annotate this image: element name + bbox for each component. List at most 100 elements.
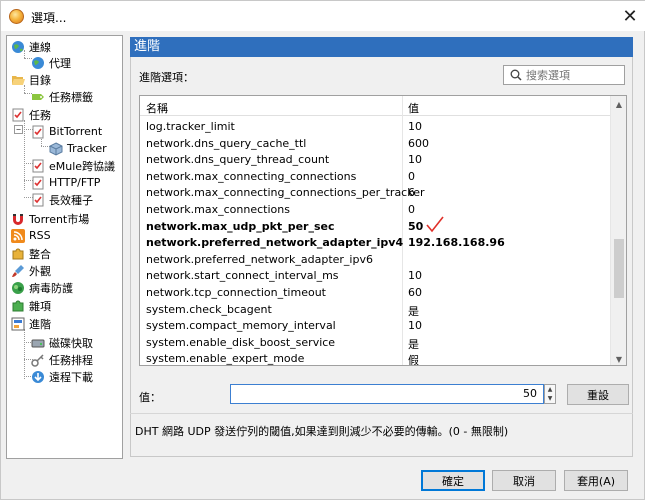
sidebar-item-scheduler[interactable]: 任務排程	[31, 351, 93, 368]
option-name: network.max_connecting_connections	[146, 169, 357, 183]
task-list-icon	[31, 176, 45, 190]
table-row[interactable]: system.enable_expert_mode 假	[140, 350, 611, 366]
sidebar-item-label: 外觀	[29, 264, 51, 278]
table-row[interactable]: network.tcp_connection_timeout 60	[140, 284, 611, 301]
table-row[interactable]: log.tracker_limit 10	[140, 118, 611, 135]
table-row[interactable]: system.enable_disk_boost_service 是	[140, 334, 611, 351]
close-button[interactable]: ✕	[614, 1, 645, 31]
table-row[interactable]: system.check_bcagent 是	[140, 301, 611, 318]
table-row[interactable]: network.dns_query_cache_ttl 600	[140, 135, 611, 152]
puzzle-green-icon	[11, 299, 25, 313]
sidebar-item-antivirus[interactable]: 病毒防護	[11, 279, 73, 296]
column-header-name[interactable]: 名稱	[146, 100, 168, 116]
sidebar-item-task[interactable]: 任務	[11, 106, 51, 123]
stepper-up-icon[interactable]: ▲	[545, 385, 555, 394]
table-row[interactable]: network.max_udp_pkt_per_sec 50	[140, 216, 611, 235]
option-value: 是	[408, 337, 419, 351]
stepper-down-icon[interactable]: ▼	[545, 394, 555, 403]
cube-icon	[49, 141, 63, 156]
sidebar-item-label: eMule跨協議	[49, 159, 116, 173]
sidebar-item-rss[interactable]: RSS	[11, 227, 51, 244]
sidebar-item-label: Torrent市場	[29, 212, 90, 226]
option-value: 50	[408, 219, 424, 233]
task-list-icon	[31, 193, 45, 207]
options-tree[interactable]: − 連線 代理 目錄 任務標籤 任務 BitTorrent Tracker eM…	[6, 35, 123, 459]
option-name: network.preferred_network_adapter_ipv4	[146, 236, 404, 250]
option-name: system.enable_expert_mode	[146, 352, 305, 366]
table-row[interactable]: network.max_connecting_connections_per_t…	[140, 184, 611, 201]
sidebar-item-torrent-market[interactable]: Torrent市場	[11, 210, 89, 227]
red-checkmark-icon	[426, 216, 444, 232]
sidebar-item-bittorrent[interactable]: BitTorrent	[31, 123, 102, 140]
value-input[interactable]: 50	[230, 384, 544, 404]
option-value: 0	[408, 203, 415, 216]
option-name: system.check_bcagent	[146, 302, 272, 316]
table-row[interactable]: network.start_connect_interval_ms 10	[140, 267, 611, 284]
sidebar-item-label: 任務	[29, 108, 51, 122]
section-header: 進階	[130, 37, 633, 57]
key-icon	[31, 353, 45, 367]
sidebar-item-task-tags[interactable]: 任務標籤	[31, 88, 93, 105]
option-value: 假	[408, 354, 419, 366]
sidebar-item-proxy[interactable]: 代理	[31, 54, 71, 71]
sidebar-item-http-ftp[interactable]: HTTP/FTP	[31, 174, 100, 191]
sidebar-item-tracker[interactable]: Tracker	[49, 140, 107, 157]
sidebar-item-remote-download[interactable]: 遠程下載	[31, 368, 93, 385]
option-name: log.tracker_limit	[146, 120, 235, 133]
vertical-scrollbar[interactable]: ▲ ▼	[610, 96, 626, 365]
option-value: 是	[408, 304, 419, 318]
search-box[interactable]	[503, 65, 625, 85]
sidebar-item-label: 遠程下載	[49, 370, 93, 384]
option-name: network.tcp_connection_timeout	[146, 286, 326, 299]
scroll-down-icon[interactable]: ▼	[611, 351, 626, 365]
option-name: network.start_connect_interval_ms	[146, 269, 339, 283]
sidebar-item-label: RSS	[29, 229, 51, 242]
sidebar-item-connection[interactable]: 連線	[11, 38, 51, 55]
collapse-bittorrent-icon[interactable]: −	[14, 125, 23, 134]
disk-icon	[31, 336, 45, 350]
cancel-button[interactable]: 取消	[492, 470, 556, 491]
sidebar-item-label: HTTP/FTP	[49, 176, 101, 189]
task-list-icon	[31, 159, 45, 173]
table-row[interactable]: network.preferred_network_adapter_ipv4 19…	[140, 234, 611, 251]
sidebar-item-directory[interactable]: 目錄	[11, 71, 51, 88]
column-header-value[interactable]: 值	[408, 100, 419, 116]
globe-icon	[11, 40, 25, 54]
tag-icon	[31, 90, 45, 104]
value-stepper[interactable]: ▲ ▼	[544, 384, 556, 404]
option-name: network.max_udp_pkt_per_sec	[146, 219, 335, 233]
sidebar-item-misc[interactable]: 雜項	[11, 297, 51, 314]
scroll-thumb[interactable]	[614, 239, 624, 298]
rss-icon	[11, 228, 25, 243]
sidebar-item-advanced[interactable]: 進階	[11, 315, 51, 332]
option-value: 10	[408, 269, 422, 283]
sidebar-item-label: 任務標籤	[49, 90, 93, 104]
option-name: network.dns_query_cache_ttl	[146, 136, 307, 150]
search-input[interactable]	[526, 68, 616, 82]
sidebar-item-integration[interactable]: 整合	[11, 245, 51, 262]
task-list-icon	[11, 108, 25, 122]
shield-icon	[11, 281, 25, 295]
table-row[interactable]: network.max_connecting_connections 0	[140, 168, 611, 185]
advanced-options-table: 名稱 值 log.tracker_limit 10 network.dns_quer…	[139, 95, 627, 366]
sidebar-item-disk-cache[interactable]: 磁碟快取	[31, 334, 93, 351]
brush-icon	[11, 264, 25, 278]
search-icon	[510, 69, 522, 81]
ok-button[interactable]: 確定	[421, 470, 485, 491]
table-row[interactable]: network.max_connections 0	[140, 201, 611, 218]
scroll-up-icon[interactable]: ▲	[611, 96, 626, 112]
value-label: 值：	[139, 391, 161, 404]
option-description: DHT 網路 UDP 發送佇列的閾值,如果達到則減少不必要的傳輸。(0 - 無限…	[135, 425, 509, 438]
sidebar-item-label: 整合	[29, 247, 51, 261]
advanced-options-label: 進階選項：	[139, 71, 194, 84]
sidebar-item-long-seed[interactable]: 長效種子	[31, 191, 93, 208]
reset-button[interactable]: 重設	[567, 384, 629, 405]
window-title: 選項...	[31, 11, 67, 25]
sidebar-item-appearance[interactable]: 外觀	[11, 262, 51, 279]
table-row[interactable]: system.compact_memory_interval 10	[140, 317, 611, 334]
table-row[interactable]: network.dns_query_thread_count 10	[140, 151, 611, 168]
sidebar-item-emule[interactable]: eMule跨協議	[31, 157, 115, 174]
sidebar-item-label: 任務排程	[49, 353, 93, 367]
apply-button[interactable]: 套用(A)	[564, 470, 628, 491]
table-row[interactable]: network.preferred_network_adapter_ipv6	[140, 251, 611, 268]
